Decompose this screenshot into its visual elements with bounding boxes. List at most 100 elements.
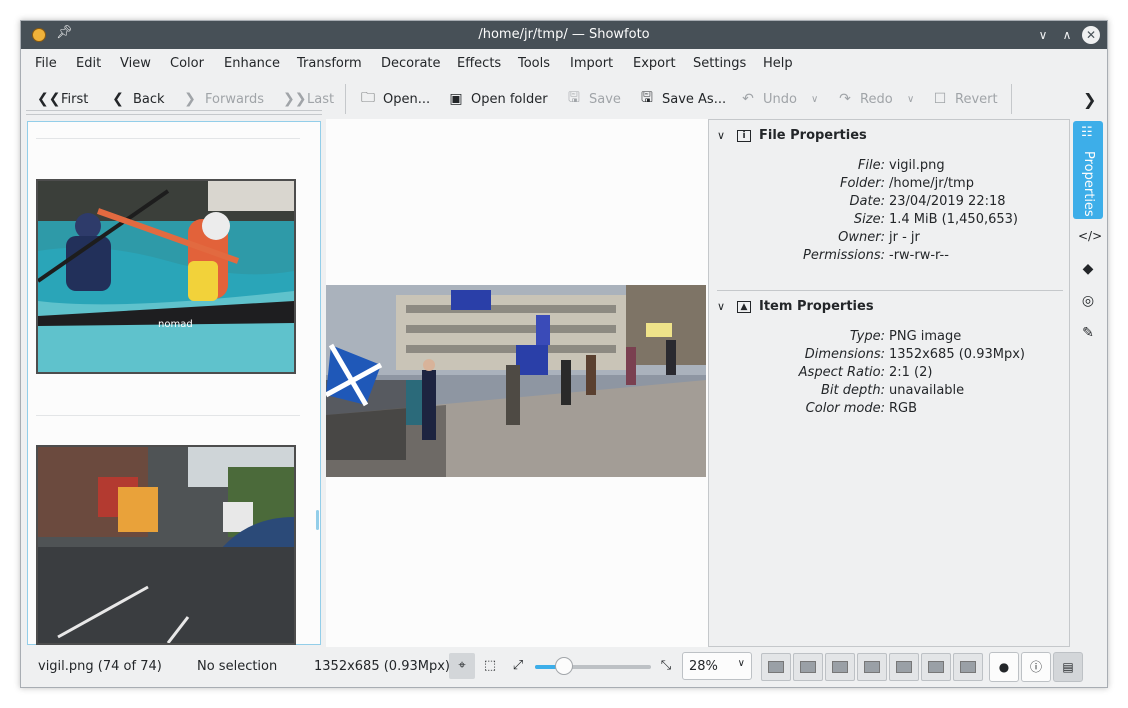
back-button[interactable]: ❮ Back (109, 89, 164, 109)
prop-key: Size: (853, 212, 885, 227)
item-properties-header[interactable]: ∨ ▲ Item Properties (717, 299, 874, 314)
prop-key: Permissions: (803, 248, 885, 263)
last-icon: ❯❯ (283, 91, 307, 107)
prop-row: Type: PNG image (709, 329, 1069, 347)
open-folder-button[interactable]: ▣ Open folder (447, 89, 547, 109)
menu-effects[interactable]: Effects (457, 56, 501, 71)
tab-properties[interactable]: ☷ Properties (1073, 121, 1103, 219)
prop-key: Type: (849, 329, 885, 344)
prop-value: /home/jr/tmp (889, 176, 974, 191)
overexposure-button[interactable]: ⓘ (1021, 652, 1051, 682)
menu-view[interactable]: View (120, 56, 151, 71)
thumbnail-street[interactable] (36, 445, 296, 645)
prop-row: Date: 23/04/2019 22:18 (709, 194, 1069, 212)
preview-original-button[interactable] (761, 653, 791, 681)
prop-row: File: vigil.png (709, 158, 1069, 176)
thumbbar-scroll-handle[interactable] (316, 510, 319, 530)
prop-row: Dimensions: 1352x685 (0.93Mpx) (709, 347, 1069, 365)
street-photo (38, 447, 294, 643)
paint-bucket-icon[interactable]: ◆ (1078, 261, 1098, 277)
zoom-fit-icon[interactable]: ⌖ (449, 653, 475, 679)
zoom-out-icon[interactable]: ⤢ (505, 653, 531, 679)
preview-target-button[interactable] (921, 653, 951, 681)
thumbbar-splitter[interactable] (26, 110, 322, 115)
chevron-down-icon: ∨ (737, 658, 745, 669)
side-by-side-button[interactable] (793, 653, 823, 681)
menu-file[interactable]: File (35, 56, 57, 71)
menu-transform[interactable]: Transform (297, 56, 362, 71)
info-icon: i (737, 129, 751, 142)
menu-export[interactable]: Export (633, 56, 676, 71)
properties-panel: ∨ i File Properties File: vigil.png Folde… (708, 119, 1070, 647)
zoom-in-icon[interactable]: ⤡ (653, 653, 679, 679)
thumbnail-divider (36, 415, 300, 416)
redo-dropdown[interactable]: ∨ (907, 89, 914, 109)
prop-value: 1.4 MiB (1,450,653) (889, 212, 1018, 227)
minimize-icon[interactable]: ∨ (1033, 25, 1053, 45)
open-button[interactable]: 🗀︎ Open... (359, 89, 430, 109)
kayak-photo: nomad (38, 181, 294, 372)
underexposure-button[interactable]: ● (989, 652, 1019, 682)
zoom-slider-handle[interactable] (555, 657, 573, 675)
menu-color[interactable]: Color (170, 56, 204, 71)
first-button[interactable]: ❮❮ First (37, 89, 88, 109)
globe-icon[interactable]: ◎ (1078, 293, 1098, 309)
image-icon: ▲ (737, 300, 751, 313)
prop-row: Size: 1.4 MiB (1,450,653) (709, 212, 1069, 230)
prop-row: Aspect Ratio: 2:1 (2) (709, 365, 1069, 383)
zoom-combo[interactable]: 28% ∨ (682, 652, 752, 680)
save-button[interactable]: 🖫︎ Save (565, 89, 621, 109)
pencil-icon[interactable]: ✎ (1078, 325, 1098, 341)
undo-dropdown[interactable]: ∨ (811, 89, 818, 109)
status-selection: No selection (197, 659, 278, 674)
menu-edit[interactable]: Edit (76, 56, 101, 71)
file-properties-title: File Properties (759, 128, 867, 143)
prop-value: RGB (889, 401, 918, 416)
chevron-right-icon: ❯ (1083, 89, 1097, 109)
forwards-button[interactable]: ❯ Forwards (181, 89, 264, 109)
zoom-slider[interactable] (535, 657, 651, 675)
split-horizontal-button[interactable] (889, 653, 919, 681)
menu-help[interactable]: Help (763, 56, 793, 71)
undo-label: Undo (763, 91, 797, 107)
file-properties-header[interactable]: ∨ i File Properties (717, 128, 867, 143)
save-as-icon: 🖫︎ (641, 90, 653, 106)
folder-icon: 🗀︎ (361, 90, 375, 106)
menu-enhance[interactable]: Enhance (224, 56, 280, 71)
status-dimensions: 1352x685 (0.93Mpx) (314, 659, 450, 674)
save-as-button[interactable]: 🖫︎ Save As... (638, 89, 726, 109)
close-icon[interactable]: ✕ (1082, 26, 1100, 44)
split-vertical-button[interactable] (857, 653, 887, 681)
image-canvas[interactable] (326, 119, 708, 647)
chevron-down-icon: ∨ (907, 93, 915, 105)
top-bottom-button[interactable] (825, 653, 855, 681)
metadata-icon[interactable]: </> (1078, 229, 1102, 243)
preview-mouse-button[interactable] (953, 653, 983, 681)
toolbar-separator (345, 84, 346, 114)
toolbar-overflow-button[interactable]: ❯ (1083, 89, 1096, 109)
forwards-label: Forwards (205, 91, 265, 107)
status-bar: vigil.png (74 of 74) No selection 1352x6… (21, 647, 1107, 687)
prop-key: Aspect Ratio: (798, 365, 885, 380)
title-bar: 📌︎ /home/jr/tmp/ — Showfoto ∨ ∧ ✕ (21, 21, 1107, 49)
menu-decorate[interactable]: Decorate (381, 56, 441, 71)
save-icon: 🖫︎ (568, 90, 580, 106)
menu-import[interactable]: Import (570, 56, 613, 71)
redo-button[interactable]: ↷ Redo (836, 89, 893, 109)
revert-button[interactable]: ☐ Revert (931, 89, 998, 109)
menu-settings[interactable]: Settings (693, 56, 746, 71)
color-managed-view-button[interactable]: ▤ (1053, 652, 1083, 682)
thumbnail-bar[interactable]: nomad (26, 110, 322, 645)
main-image[interactable] (326, 285, 706, 477)
thumbnail-divider (36, 138, 300, 139)
last-button[interactable]: ❯❯ Last (283, 89, 334, 109)
maximize-icon[interactable]: ∧ (1057, 25, 1077, 45)
undo-icon: ↶ (742, 91, 754, 107)
zoom-original-icon[interactable]: ⬚ (477, 653, 503, 679)
redo-label: Redo (860, 91, 893, 107)
prop-key: Bit depth: (821, 383, 885, 398)
status-filename: vigil.png (74 of 74) (38, 659, 162, 674)
menu-tools[interactable]: Tools (518, 56, 550, 71)
undo-button[interactable]: ↶ Undo (739, 89, 797, 109)
thumbnail-kayak[interactable]: nomad (36, 179, 296, 374)
